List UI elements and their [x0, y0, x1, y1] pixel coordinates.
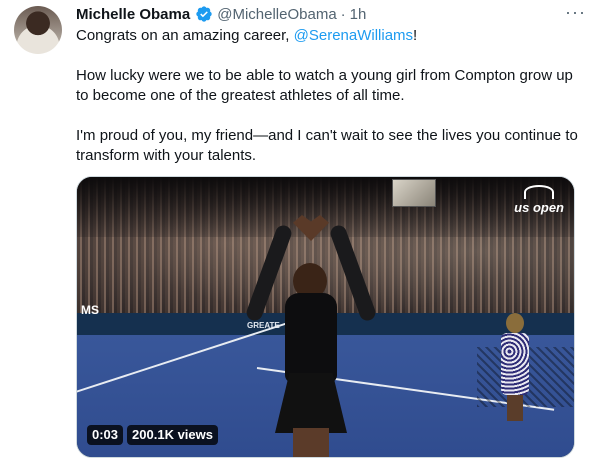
usopen-logo: us open — [514, 185, 564, 215]
usopen-logo-text: us open — [514, 200, 564, 215]
tweet-header: Michelle Obama @MichelleObama · 1h — [76, 4, 366, 24]
tweet-body: Congrats on an amazing career, @SerenaWi… — [76, 26, 586, 166]
edge-text: MS — [81, 303, 99, 317]
mention-link[interactable]: @SerenaWilliams — [294, 27, 413, 44]
video-time-badge: 0:03 — [87, 425, 124, 445]
spectator-dress — [501, 333, 529, 395]
usopen-flame-icon — [524, 185, 555, 199]
spectator-head — [506, 313, 524, 333]
tweet-paragraph-2: How lucky were we to be able to watch a … — [76, 67, 573, 104]
author-handle[interactable]: @MichelleObama — [217, 6, 336, 23]
tweet[interactable]: Michelle Obama @MichelleObama · 1h ··· C… — [0, 0, 600, 458]
author-name[interactable]: Michelle Obama — [76, 6, 190, 23]
paragraph-1-suffix: ! — [413, 27, 418, 44]
spectator-figure — [495, 311, 535, 421]
video-player[interactable]: GREATE MS us open 0:03 200.1K views — [76, 176, 575, 458]
view-count-badge: 200.1K views — [127, 425, 218, 445]
tweet-timestamp[interactable]: 1h — [350, 6, 367, 23]
video-badges: 0:03 200.1K views — [87, 425, 218, 445]
verified-badge-icon — [196, 6, 212, 22]
scoreboard-screen — [392, 179, 436, 207]
player-skirt — [275, 373, 347, 433]
player-figure — [244, 215, 378, 457]
player-legs — [293, 428, 329, 457]
avatar[interactable] — [14, 6, 62, 54]
player-torso — [285, 293, 337, 383]
paragraph-1-text: Congrats on an amazing career, — [76, 27, 294, 44]
separator-dot: · — [340, 5, 346, 23]
tweet-paragraph-1: Congrats on an amazing career, @SerenaWi… — [76, 26, 586, 46]
spectator-legs — [507, 395, 523, 421]
more-horizontal-icon[interactable]: ··· — [565, 2, 586, 23]
tweet-paragraph-3: I'm proud of you, my friend—and I can't … — [76, 127, 578, 164]
